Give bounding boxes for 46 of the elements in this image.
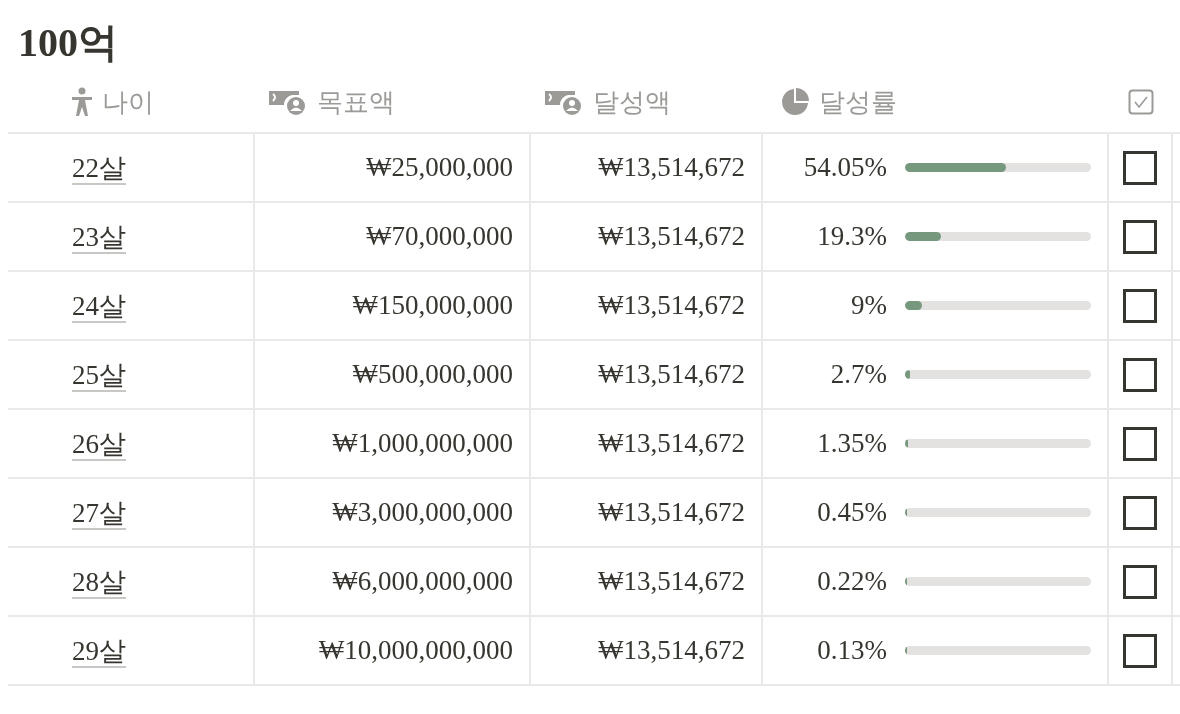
achieved-amount: ₩13,514,672 <box>598 359 745 390</box>
achievement-rate: 0.22% <box>816 566 887 597</box>
checkbox[interactable] <box>1123 426 1157 461</box>
money-icon <box>545 88 583 116</box>
achievement-rate: 0.45% <box>816 497 887 528</box>
age-link[interactable]: 24살 <box>72 287 126 324</box>
target-amount: ₩10,000,000,000 <box>318 635 513 666</box>
achievement-rate: 2.7% <box>829 359 887 390</box>
achievement-rate: 19.3% <box>816 221 887 252</box>
target-amount: ₩3,000,000,000 <box>332 497 513 528</box>
age-link[interactable]: 26살 <box>72 425 126 462</box>
target-amount: ₩1,000,000,000 <box>332 428 513 459</box>
age-link[interactable]: 25살 <box>72 356 126 393</box>
age-link[interactable]: 29살 <box>72 632 126 669</box>
achievement-rate: 54.05% <box>802 152 887 183</box>
checkbox[interactable] <box>1123 357 1157 392</box>
checkbox[interactable] <box>1123 288 1157 323</box>
checkbox[interactable] <box>1123 150 1157 185</box>
target-amount: ₩25,000,000 <box>366 152 513 183</box>
age-link[interactable]: 28살 <box>72 563 126 600</box>
checkbox[interactable] <box>1123 564 1157 599</box>
page-title: 100억 <box>18 19 119 67</box>
checkbox[interactable] <box>1123 495 1157 530</box>
achieved-amount: ₩13,514,672 <box>598 152 745 183</box>
target-amount: ₩500,000,000 <box>352 359 513 390</box>
age-link[interactable]: 23살 <box>72 218 126 255</box>
target-amount: ₩150,000,000 <box>352 290 513 321</box>
age-link[interactable]: 22살 <box>72 149 126 186</box>
checkbox-column-icon <box>1128 89 1154 115</box>
achievement-rate: 1.35% <box>816 428 887 459</box>
checkbox[interactable] <box>1123 219 1157 254</box>
achievement-rate: 9% <box>850 290 887 321</box>
achieved-amount: ₩13,514,672 <box>598 290 745 321</box>
money-icon <box>269 88 307 116</box>
achieved-amount: ₩13,514,672 <box>598 428 745 459</box>
achieved-amount: ₩13,514,672 <box>598 635 745 666</box>
pie-chart-icon <box>781 88 809 116</box>
age-link[interactable]: 27살 <box>72 494 126 531</box>
achieved-amount: ₩13,514,672 <box>598 497 745 528</box>
achieved-amount: ₩13,514,672 <box>598 221 745 252</box>
checkbox[interactable] <box>1123 633 1157 668</box>
achieved-amount: ₩13,514,672 <box>598 566 745 597</box>
achievement-rate: 0.13% <box>816 635 887 666</box>
target-amount: ₩6,000,000,000 <box>332 566 513 597</box>
person-icon <box>72 87 92 117</box>
target-amount: ₩70,000,000 <box>366 221 513 252</box>
